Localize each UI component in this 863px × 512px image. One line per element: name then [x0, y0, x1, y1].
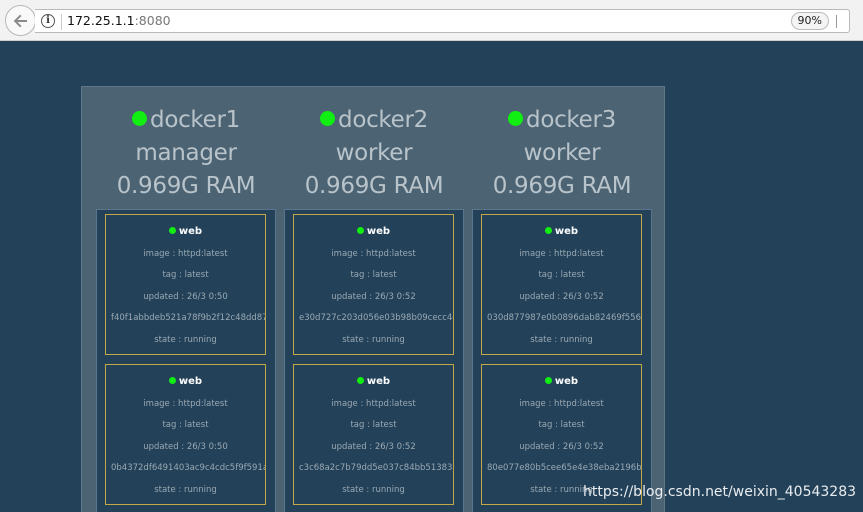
task-tag: tag : latest — [162, 270, 209, 281]
task-card[interactable]: web image : httpd:latest tag : latest up… — [105, 214, 266, 355]
text-cursor — [836, 15, 837, 28]
node-role: worker — [523, 140, 601, 166]
info-icon[interactable]: i — [41, 14, 55, 28]
node-task-list: web image : httpd:latest tag : latest up… — [472, 209, 652, 512]
address-bar[interactable]: i 172.25.1.1:8080 90% — [35, 9, 850, 33]
task-name-text: web — [178, 376, 203, 387]
node-name: docker3 — [526, 107, 616, 133]
node-task-list: web image : httpd:latest tag : latest up… — [284, 209, 464, 512]
node-name: docker1 — [150, 107, 240, 133]
node-ram: 0.969G RAM — [116, 173, 256, 199]
status-dot-icon — [544, 377, 552, 384]
task-state: state : running — [342, 484, 405, 495]
task-id: e30d727c203d056e03b98b09cecc4e7 — [299, 313, 454, 324]
node-column-docker2: docker2 worker 0.969G RAM web image : ht… — [284, 87, 464, 512]
node-ram: 0.969G RAM — [492, 173, 632, 199]
task-updated: updated : 26/3 0:50 — [143, 291, 228, 302]
cluster-panel: docker1 manager 0.969G RAM web image : h… — [81, 86, 665, 512]
node-header: docker2 worker 0.969G RAM — [284, 87, 464, 203]
node-header: docker1 manager 0.969G RAM — [96, 87, 276, 203]
task-updated: updated : 26/3 0:50 — [143, 441, 228, 452]
task-image: image : httpd:latest — [519, 248, 604, 259]
task-card[interactable]: web image : httpd:latest tag : latest up… — [105, 364, 266, 505]
status-dot-icon — [356, 227, 364, 234]
url-host: 172.25.1.1 — [67, 13, 135, 28]
task-tag: tag : latest — [162, 420, 209, 431]
task-name: web — [482, 226, 641, 237]
node-ram: 0.969G RAM — [304, 173, 444, 199]
task-name-text: web — [178, 226, 203, 237]
status-dot-icon — [320, 111, 336, 126]
task-state: state : running — [154, 334, 217, 345]
zoom-indicator[interactable]: 90% — [790, 12, 829, 30]
browser-toolbar: i 172.25.1.1:8080 90% — [0, 0, 863, 41]
task-id: f40f1abbdeb521a78f9b2f12c48dd87 — [111, 313, 266, 324]
task-image: image : httpd:latest — [519, 398, 604, 409]
task-name: web — [482, 376, 641, 387]
task-state: state : running — [154, 484, 217, 495]
task-tag: tag : latest — [538, 420, 585, 431]
task-card[interactable]: web image : httpd:latest tag : latest up… — [293, 214, 454, 355]
task-name-text: web — [554, 226, 579, 237]
task-id: 0b4372df6491403ac9c4cdc5f9f591af6 — [111, 463, 266, 474]
task-updated: updated : 26/3 0:52 — [519, 291, 604, 302]
node-role: manager — [135, 140, 237, 166]
node-task-list: web image : httpd:latest tag : latest up… — [96, 209, 276, 512]
node-column-docker1: docker1 manager 0.969G RAM web image : h… — [96, 87, 276, 512]
back-button[interactable] — [5, 5, 36, 36]
status-dot-icon — [168, 377, 176, 384]
url-text[interactable]: 172.25.1.1:8080 — [67, 13, 171, 28]
task-id: 030d877987e0b0896dab82469f556e — [487, 313, 642, 324]
task-name: web — [294, 376, 453, 387]
task-tag: tag : latest — [350, 420, 397, 431]
status-dot-icon — [508, 111, 524, 126]
node-title: docker3 — [472, 104, 652, 137]
status-dot-icon — [544, 227, 552, 234]
task-card[interactable]: web image : httpd:latest tag : latest up… — [293, 364, 454, 505]
task-name: web — [106, 376, 265, 387]
task-image: image : httpd:latest — [143, 398, 228, 409]
task-image: image : httpd:latest — [331, 248, 416, 259]
task-state: state : running — [530, 334, 593, 345]
task-tag: tag : latest — [538, 270, 585, 281]
task-id: 80e077e80b5cee65e4e38eba2196be — [487, 463, 642, 474]
node-header: docker3 worker 0.969G RAM — [472, 87, 652, 203]
task-name-text: web — [366, 376, 391, 387]
task-name-text: web — [366, 226, 391, 237]
status-dot-icon — [168, 227, 176, 234]
node-title: docker1 — [96, 104, 276, 137]
watermark-text: https://blog.csdn.net/weixin_40543283 — [583, 484, 857, 500]
node-title: docker2 — [284, 104, 464, 137]
task-tag: tag : latest — [350, 270, 397, 281]
task-updated: updated : 26/3 0:52 — [331, 441, 416, 452]
task-updated: updated : 26/3 0:52 — [519, 441, 604, 452]
task-updated: updated : 26/3 0:52 — [331, 291, 416, 302]
address-separator — [61, 14, 62, 30]
node-role: worker — [335, 140, 413, 166]
node-column-docker3: docker3 worker 0.969G RAM web image : ht… — [472, 87, 652, 512]
task-image: image : httpd:latest — [331, 398, 416, 409]
node-name: docker2 — [338, 107, 428, 133]
task-name: web — [106, 226, 265, 237]
task-card[interactable]: web image : httpd:latest tag : latest up… — [481, 214, 642, 355]
task-name: web — [294, 226, 453, 237]
task-image: image : httpd:latest — [143, 248, 228, 259]
back-arrow-icon — [13, 14, 27, 28]
url-port: :8080 — [134, 13, 171, 28]
task-name-text: web — [554, 376, 579, 387]
status-dot-icon — [356, 377, 364, 384]
task-state: state : running — [342, 334, 405, 345]
task-id: c3c68a2c7b79dd5e037c84bb513834c — [299, 463, 454, 474]
status-dot-icon — [132, 111, 148, 126]
